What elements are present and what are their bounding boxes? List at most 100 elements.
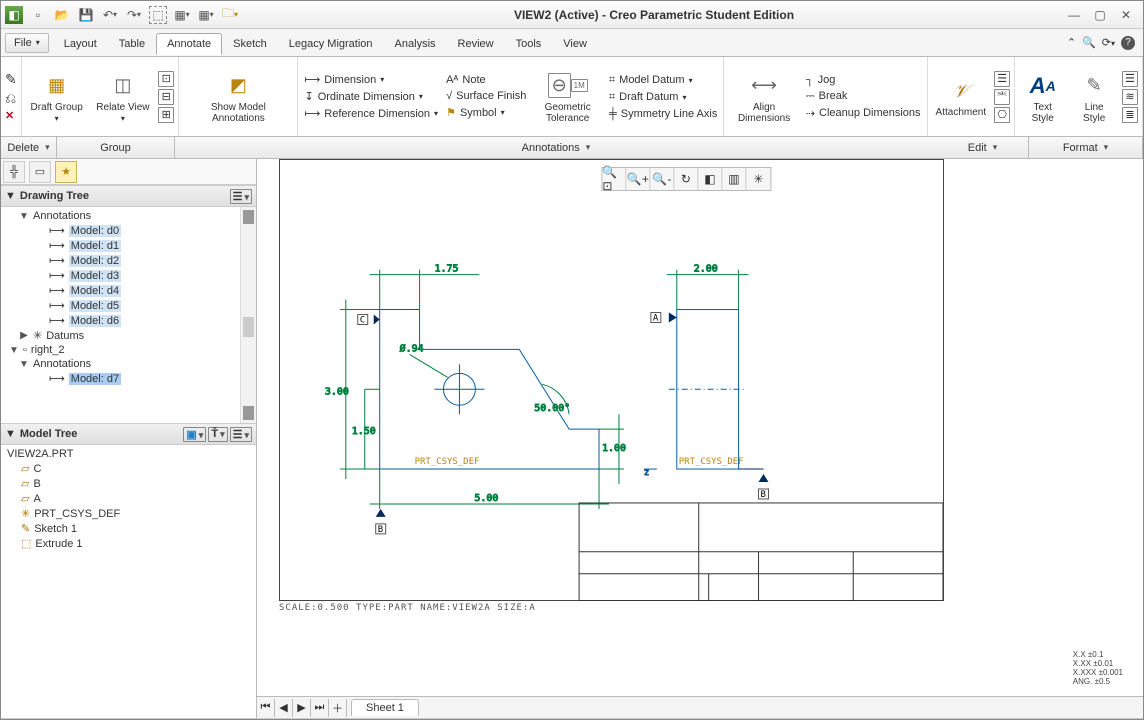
remove-icon[interactable]: ✎ xyxy=(5,71,17,88)
sheet-tab-1[interactable]: Sheet 1 xyxy=(351,699,419,716)
model-item-4[interactable]: ⟼Model: d4 xyxy=(5,283,254,298)
ordinate-dimension-button[interactable]: ↧Ordinate Dimension▾ xyxy=(302,89,440,104)
format-group[interactable]: Format xyxy=(1029,137,1143,158)
dimension-button[interactable]: ⟼Dimension▾ xyxy=(302,72,440,87)
tree-scrollbar[interactable] xyxy=(240,207,256,423)
drawing-tree-options-icon[interactable]: ☰ xyxy=(230,189,252,204)
annotations-group[interactable]: Annotations xyxy=(175,137,937,158)
model-d7[interactable]: ⟼Model: d7 xyxy=(5,371,254,386)
tab-tools[interactable]: Tools xyxy=(505,33,553,55)
model-tree-header[interactable]: ▼ Model Tree ▣ Ť ☰ xyxy=(1,423,256,445)
symmetry-axis-button[interactable]: ╪Symmetry Line Axis xyxy=(607,107,719,121)
keep-icon[interactable]: ⎌ xyxy=(5,90,17,107)
drawing-canvas[interactable]: 🔍⊡ 🔍+ 🔍- ↻ ◧ ▥ ✳ xyxy=(257,159,1143,718)
sheet-prev-icon[interactable]: ◀ xyxy=(275,699,293,717)
scroll-up-icon[interactable] xyxy=(243,210,254,224)
scroll-thumb[interactable] xyxy=(243,317,254,337)
symbol-button[interactable]: ⚑Symbol▾ xyxy=(444,105,528,120)
windows-icon[interactable]: ▦▾ xyxy=(173,6,191,24)
edit-icon-3[interactable]: ⎔ xyxy=(994,107,1010,123)
break-button[interactable]: ⎓Break xyxy=(804,89,923,104)
tab-review[interactable]: Review xyxy=(447,33,505,55)
grp-icon-2[interactable]: ⊟ xyxy=(158,89,174,105)
model-tree-show-icon[interactable]: Ť xyxy=(208,427,227,442)
tab-layout[interactable]: Layout xyxy=(53,33,108,55)
tab-annotate[interactable]: Annotate xyxy=(156,33,222,55)
left-tab-1[interactable]: ╬ xyxy=(3,161,25,183)
tab-sketch[interactable]: Sketch xyxy=(222,33,278,55)
draft-datum-button[interactable]: ⌗Draft Datum▾ xyxy=(607,90,719,105)
fmt-icon-1[interactable]: ☰ xyxy=(1122,71,1138,87)
sheet-first-icon[interactable]: ⏮ xyxy=(257,699,275,717)
sheet-last-icon[interactable]: ⏭ xyxy=(311,699,329,717)
regen-icon[interactable]: ⬚ xyxy=(149,6,167,24)
undo-icon[interactable]: ↶▾ xyxy=(101,6,119,24)
model-item-6[interactable]: ⟼Model: d6 xyxy=(5,313,254,328)
draft-group-button[interactable]: ▦ Draft Group ▾ xyxy=(26,68,88,126)
model-tree-filter-icon[interactable]: ▣ xyxy=(183,427,206,442)
geometric-tolerance-button[interactable]: ⊖1M Geometric Tolerance xyxy=(532,68,603,126)
model-item-0[interactable]: ⟼Model: d0 xyxy=(5,223,254,238)
model-tree-item-2[interactable]: ▱A xyxy=(5,491,254,506)
scroll-down-icon[interactable] xyxy=(243,406,254,420)
annotations-node[interactable]: ▼Annotations xyxy=(5,209,254,223)
minimize-button[interactable]: — xyxy=(1065,6,1083,24)
model-datum-button[interactable]: ⌗Model Datum▾ xyxy=(607,73,719,88)
tab-table[interactable]: Table xyxy=(108,33,156,55)
model-tree-item-4[interactable]: ✎Sketch 1 xyxy=(5,521,254,536)
attachment-button[interactable]: 𝒱 Attachment xyxy=(932,73,991,120)
datums-node[interactable]: ▶✳Datums xyxy=(5,328,254,343)
model-item-1[interactable]: ⟼Model: d1 xyxy=(5,238,254,253)
maximize-button[interactable]: ▢ xyxy=(1091,6,1109,24)
new-icon[interactable]: ▫ xyxy=(29,6,47,24)
close-win-icon[interactable]: ▦▾ xyxy=(197,6,215,24)
model-tree-item-5[interactable]: ⬚Extrude 1 xyxy=(5,536,254,551)
reference-dimension-button[interactable]: ⟼Reference Dimension▾ xyxy=(302,106,440,121)
sheet-add-icon[interactable]: ＋ xyxy=(329,699,347,717)
model-tree-item-1[interactable]: ▱B xyxy=(5,476,254,491)
tab-legacy[interactable]: Legacy Migration xyxy=(278,33,384,55)
line-style-button[interactable]: ✎ Line Style xyxy=(1070,68,1118,126)
model-item-5[interactable]: ⟼Model: d5 xyxy=(5,298,254,313)
right2-node[interactable]: ▼▫right_2 xyxy=(5,343,254,357)
close-button[interactable]: ✕ xyxy=(1117,6,1135,24)
grp-icon-1[interactable]: ⊡ xyxy=(158,71,174,87)
drawing-tree-header[interactable]: ▼ Drawing Tree ☰ xyxy=(1,185,256,207)
tab-analysis[interactable]: Analysis xyxy=(384,33,447,55)
show-model-annotations-button[interactable]: ◩ Show Model Annotations xyxy=(183,68,293,126)
collapse-ribbon-icon[interactable]: ⌃ xyxy=(1067,36,1076,49)
help-icon[interactable]: ? xyxy=(1121,36,1135,50)
open-icon[interactable]: 📂 xyxy=(53,6,71,24)
jog-button[interactable]: ┐Jog xyxy=(804,73,923,87)
grp-icon-3[interactable]: ⊞ xyxy=(158,107,174,123)
fmt-icon-2[interactable]: ≋ xyxy=(1122,89,1138,105)
search-icon[interactable]: 🔍 xyxy=(1082,36,1096,49)
model-item-3[interactable]: ⟼Model: d3 xyxy=(5,268,254,283)
refresh-icon[interactable]: ⟳▾ xyxy=(1102,36,1115,49)
edit-group[interactable]: Edit xyxy=(937,137,1029,158)
annotations2-node[interactable]: ▼Annotations xyxy=(5,357,254,371)
redo-icon[interactable]: ↷▾ xyxy=(125,6,143,24)
fmt-icon-3[interactable]: ≣ xyxy=(1122,107,1138,123)
align-dimensions-button[interactable]: ⟷ Align Dimensions xyxy=(728,68,799,126)
text-style-button[interactable]: AA Text Style xyxy=(1019,68,1066,126)
sheet-next-icon[interactable]: ▶ xyxy=(293,699,311,717)
edit-icon-1[interactable]: ☰ xyxy=(994,71,1010,87)
model-tree-item-3[interactable]: ✳PRT_CSYS_DEF xyxy=(5,506,254,521)
surface-finish-button[interactable]: √Surface Finish xyxy=(444,89,528,103)
left-tab-2[interactable]: ▭ xyxy=(29,161,51,183)
tab-view[interactable]: View xyxy=(552,33,598,55)
folder-icon[interactable]: 🗀▾ xyxy=(221,6,239,24)
model-item-2[interactable]: ⟼Model: d2 xyxy=(5,253,254,268)
model-tree-settings-icon[interactable]: ☰ xyxy=(230,427,252,442)
model-tree-item-0[interactable]: ▱C xyxy=(5,461,254,476)
cleanup-button[interactable]: ⇢Cleanup Dimensions xyxy=(804,106,923,121)
note-button[interactable]: AᴬNote xyxy=(444,73,528,87)
edit-icon-2[interactable]: ⎃ xyxy=(994,89,1010,105)
file-menu[interactable]: File▾ xyxy=(5,33,49,53)
relate-view-button[interactable]: ◫ Relate View ▾ xyxy=(92,68,155,126)
delete-icon[interactable]: ✕ xyxy=(5,109,17,122)
left-tab-3[interactable]: ★ xyxy=(55,161,77,183)
delete-group[interactable]: Delete xyxy=(1,137,57,158)
model-root[interactable]: VIEW2A.PRT xyxy=(5,447,254,461)
